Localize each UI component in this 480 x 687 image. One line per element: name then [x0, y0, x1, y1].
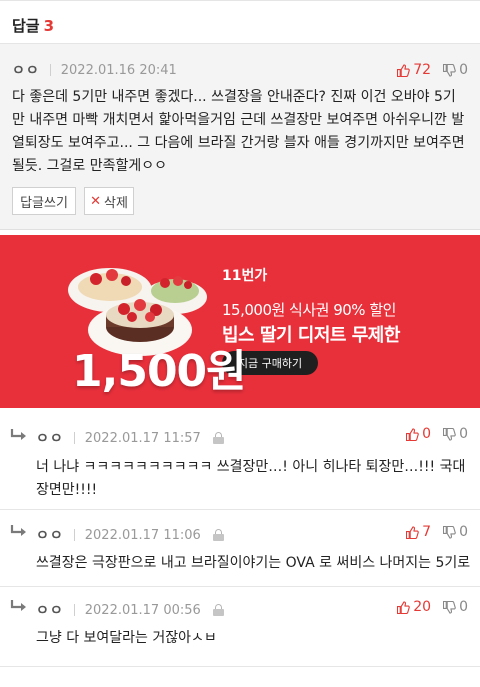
thumb-up-icon	[397, 600, 411, 614]
close-icon: ✕	[90, 193, 101, 209]
replies-title-label: 답글	[12, 17, 40, 35]
reply-meta: ㅇㅇ 2022.01.17 11:57	[36, 428, 224, 448]
dislike-count: 0	[459, 599, 468, 615]
like-count: 0	[422, 426, 432, 442]
lock-icon	[212, 432, 224, 444]
thumb-up-icon	[406, 525, 419, 539]
reply-date: 2022.01.17 11:57	[84, 430, 201, 446]
replies-count: 3	[43, 17, 55, 35]
reply-text: 그냥 다 보여달라는 거잖아ㅅㅂ	[36, 630, 217, 646]
lock-icon	[212, 604, 224, 616]
reply-votes: 0 0	[394, 424, 468, 444]
reply-item: ㅇㅇ 2022.01.17 00:56 20 0 그냥 다 보여달라는 거잖아ㅅ…	[0, 587, 480, 667]
like-button[interactable]: 20	[397, 599, 431, 615]
lock-icon	[212, 529, 224, 541]
delete-button-label: 삭제	[103, 195, 128, 211]
ad-subtitle: 15,000원 식사권 90% 할인	[222, 301, 396, 319]
dislike-count: 0	[459, 426, 468, 442]
comment-meta: ㅇㅇ 2022.01.16 20:41	[12, 60, 177, 80]
dislike-button[interactable]: 0	[443, 62, 468, 78]
comment-author[interactable]: ㅇㅇ	[12, 60, 40, 80]
reply-item: ㅇㅇ 2022.01.17 11:06 7 0 쓰결장은 극장판으로 내고 브라…	[0, 510, 480, 587]
thumb-down-icon	[443, 600, 456, 614]
ad-headline: 빕스 딸기 디저트 무제한	[222, 325, 400, 346]
reply-votes: 7 0	[394, 522, 468, 542]
dislike-button[interactable]: 0	[443, 599, 468, 615]
like-button[interactable]: 72	[397, 62, 431, 78]
delete-button[interactable]: ✕ 삭제	[84, 187, 134, 215]
reply-date: 2022.01.17 00:56	[84, 602, 201, 618]
reply-date: 2022.01.17 11:06	[84, 527, 201, 543]
thumb-down-icon	[443, 525, 456, 539]
replies-header: 답글 3	[0, 0, 480, 44]
comment-votes: 72 0	[385, 60, 468, 80]
like-button[interactable]: 0	[406, 426, 431, 442]
thumb-down-icon	[443, 427, 456, 441]
reply-author[interactable]: ㅇㅇ	[36, 600, 64, 620]
thumb-up-icon	[397, 63, 411, 77]
meta-divider	[49, 64, 51, 76]
reply-text: 쓰결장은 극장판으로 내고 브라질이야기는 OVA 로 써비스 나머지는 5기로…	[36, 555, 470, 571]
ad-brand: 11번가	[222, 268, 268, 284]
reply-author[interactable]: ㅇㅇ	[36, 525, 64, 545]
ad-banner[interactable]: 11번가 15,000원 식사권 90% 할인 빕스 딸기 디저트 무제한 지금…	[0, 235, 480, 408]
dislike-count: 0	[459, 62, 468, 78]
reply-text: 너 나냐 ㅋㅋㅋㅋㅋㅋㅋㅋㅋㅋ 쓰결장만…! 아니 히나타 퇴장만…!!! 국대…	[36, 459, 466, 498]
reply-votes: 20 0	[385, 597, 468, 617]
ad-price: 1,500원	[72, 346, 247, 397]
reply-meta: ㅇㅇ 2022.01.17 11:06	[36, 525, 224, 545]
meta-divider	[73, 529, 75, 541]
reply-meta: ㅇㅇ 2022.01.17 00:56	[36, 600, 224, 620]
like-button[interactable]: 7	[406, 524, 431, 540]
like-count: 20	[413, 599, 432, 615]
dislike-count: 0	[459, 524, 468, 540]
best-comment: ㅇㅇ 2022.01.16 20:41 72 0 다 좋은데 5기만 내주면 좋…	[0, 44, 480, 230]
reply-author[interactable]: ㅇㅇ	[36, 428, 64, 448]
reply-arrow-icon	[10, 525, 26, 536]
like-count: 7	[422, 524, 432, 540]
replies-title: 답글 3	[12, 15, 54, 36]
reply-item: ㅇㅇ 2022.01.17 11:57 0 0 너 나냐 ㅋㅋㅋㅋㅋㅋㅋㅋㅋㅋ …	[0, 412, 480, 510]
dislike-button[interactable]: 0	[443, 426, 468, 442]
reply-arrow-icon	[10, 600, 26, 611]
reply-button-label: 답글쓰기	[20, 195, 68, 211]
like-count: 72	[413, 62, 432, 78]
reply-arrow-icon	[10, 429, 26, 440]
meta-divider	[73, 432, 75, 444]
dislike-button[interactable]: 0	[443, 524, 468, 540]
thumb-down-icon	[443, 63, 456, 77]
thumb-up-icon	[406, 427, 419, 441]
meta-divider	[73, 604, 75, 616]
comment-text: 다 좋은데 5기만 내주면 좋겠다... 쓰결장을 안내준다? 진짜 이건 오바…	[12, 89, 465, 174]
comment-date: 2022.01.16 20:41	[60, 62, 177, 78]
reply-button[interactable]: 답글쓰기	[12, 187, 76, 215]
